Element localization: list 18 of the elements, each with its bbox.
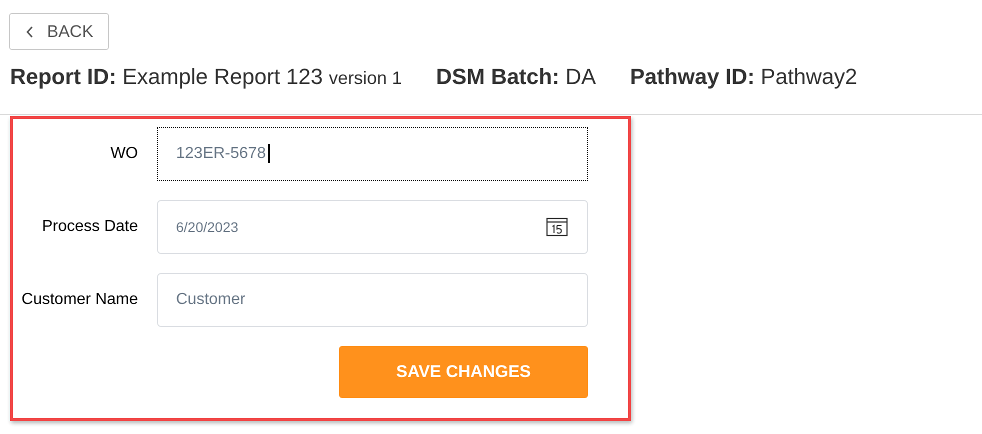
input-field[interactable]: Customer xyxy=(157,273,588,327)
field-value: DA xyxy=(565,64,596,90)
back-button[interactable]: BACK xyxy=(9,13,109,50)
field-label: DSM Batch: xyxy=(436,64,560,90)
save-button[interactable]: SAVE CHANGES xyxy=(339,346,588,398)
chevron-left-icon xyxy=(26,26,34,38)
field-value: Example Report 123 xyxy=(122,64,323,90)
field-label: Pathway ID: xyxy=(630,64,755,90)
field-value: Pathway2 xyxy=(760,64,858,90)
version-text: version 1 xyxy=(328,68,402,89)
field-label: Process Date xyxy=(40,218,138,236)
field-label: Report ID: xyxy=(10,64,116,90)
date-field[interactable]: 6/20/2023 xyxy=(157,200,588,254)
calendar-icon[interactable] xyxy=(546,217,568,237)
field-label: Customer Name xyxy=(20,291,138,309)
input-field[interactable]: 123ER-5678 xyxy=(157,127,588,181)
text-cursor xyxy=(268,144,270,163)
field-label: WO xyxy=(109,145,138,163)
